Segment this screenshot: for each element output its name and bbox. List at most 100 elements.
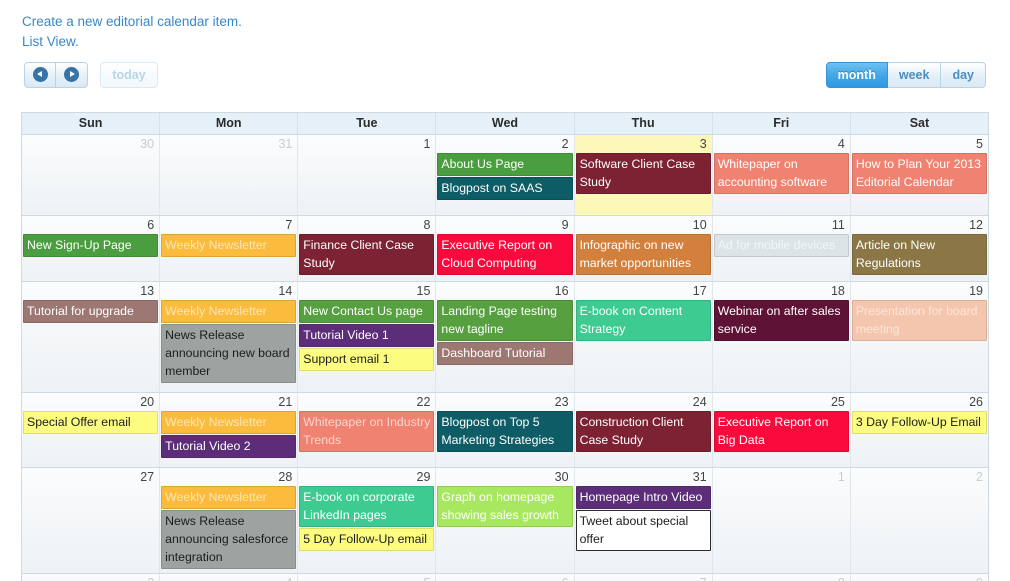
day-cell[interactable]: 16 Landing Page testing new tagline Dashbo… (436, 282, 575, 392)
day-cell[interactable]: 1 (298, 135, 437, 215)
day-cell[interactable]: 10 Infographic on new market opportunitie… (574, 216, 713, 281)
editorial-calendar-page: Create a new editorial calendar item. Li… (0, 0, 1010, 581)
calendar-event[interactable]: Executive Report on Cloud Computing (437, 234, 573, 275)
day-cell[interactable]: 30 (22, 135, 161, 215)
calendar-event[interactable]: Whitepaper on accounting software (713, 153, 849, 194)
calendar-event[interactable]: Infographic on new market opportunities (575, 234, 711, 275)
calendar-event[interactable]: Tutorial for upgrade (23, 300, 159, 323)
day-cell[interactable]: 27 (22, 468, 161, 573)
calendar-event[interactable]: How to Plan Your 2013 Editorial Calendar (851, 153, 987, 194)
day-cell[interactable]: 5 How to Plan Your 2013 Editorial Calenda… (850, 135, 988, 215)
day-number: 7 (575, 574, 712, 581)
calendar-event[interactable]: Weekly Newsletter (161, 234, 297, 257)
calendar-event[interactable]: Blogpost on Top 5 Marketing Strategies (437, 411, 573, 452)
create-item-link[interactable]: Create a new editorial calendar item. (22, 12, 242, 32)
calendar-event[interactable]: Tutorial Video 2 (161, 435, 297, 458)
day-cell[interactable]: 31 Homepage Intro Video Tweet about specia… (574, 468, 713, 573)
day-cell[interactable]: 13 Tutorial for upgrade (22, 282, 161, 392)
calendar-event[interactable]: 5 Day Follow-Up email (299, 528, 435, 551)
prev-month-button[interactable] (24, 62, 56, 88)
day-cell[interactable]: 1 (712, 468, 851, 573)
calendar-event[interactable]: Homepage Intro Video (575, 486, 711, 509)
day-cell[interactable]: 17 E-book on Content Strategy (574, 282, 713, 392)
calendar-event[interactable]: About Us Page (437, 153, 573, 176)
day-cell[interactable]: 29 E-book on corporate LinkedIn pages 5 Da… (298, 468, 437, 573)
day-cell[interactable]: 23 Blogpost on Top 5 Marketing Strategies (436, 393, 575, 467)
calendar-event[interactable]: E-book on Content Strategy (575, 300, 711, 341)
tab-month[interactable]: month (825, 62, 888, 88)
day-number: 4 (837, 137, 845, 151)
calendar-event[interactable]: Tweet about special offer (575, 510, 711, 551)
today-button[interactable]: today (100, 62, 158, 88)
calendar-event[interactable]: 3 Day Follow-Up Email (851, 411, 987, 434)
day-cell[interactable]: 6 (436, 574, 575, 581)
calendar-event[interactable]: Support email 1 (299, 348, 435, 371)
day-number: 3 (699, 137, 707, 151)
day-cell[interactable]: 9 Executive Report on Cloud Computing (436, 216, 575, 281)
day-cell[interactable]: 19 Presentation for board meeting (850, 282, 988, 392)
list-view-link[interactable]: List View. (22, 32, 242, 52)
day-cell[interactable]: 24 Construction Client Case Study (574, 393, 713, 467)
calendar-event[interactable]: Whitepaper on Industry Trends (299, 411, 435, 452)
day-cell[interactable]: 14 Weekly Newsletter News Release announci… (160, 282, 299, 392)
calendar-event[interactable]: Tutorial Video 1 (299, 324, 435, 347)
tab-day[interactable]: day (941, 62, 986, 88)
calendar-event[interactable]: Executive Report on Big Data (713, 411, 849, 452)
calendar-event[interactable]: Ad for mobile devices (713, 234, 849, 257)
day-cell[interactable]: 22 Whitepaper on Industry Trends (298, 393, 437, 467)
day-cell[interactable]: 7 (574, 574, 713, 581)
calendar-event[interactable]: Graph on homepage showing sales growth (437, 486, 573, 527)
calendar-event[interactable]: E-book on corporate LinkedIn pages (299, 486, 435, 527)
calendar-event[interactable]: Weekly Newsletter (161, 411, 297, 434)
calendar-event[interactable]: Software Client Case Study (575, 153, 711, 194)
calendar-event[interactable]: New Contact Us page (299, 300, 435, 323)
day-cell[interactable]: 21 Weekly Newsletter Tutorial Video 2 (160, 393, 299, 467)
calendar-event[interactable]: New Sign-Up Page (23, 234, 159, 257)
calendar-event[interactable]: Special Offer email (23, 411, 159, 434)
day-cell[interactable]: 2 About Us Page Blogpost on SAAS (436, 135, 575, 215)
day-cell[interactable]: 3 (22, 574, 161, 581)
day-number: 7 (285, 218, 293, 232)
calendar-event[interactable]: Article on New Regulations (851, 234, 987, 275)
calendar-toolbar: today January 2013 month week day (0, 58, 1010, 147)
day-cell[interactable]: 5 (298, 574, 437, 581)
tab-week[interactable]: week (887, 62, 942, 88)
day-cell[interactable]: 4 Whitepaper on accounting software (712, 135, 851, 215)
day-cell[interactable]: 15 New Contact Us page Tutorial Video 1 Sup… (298, 282, 437, 392)
day-cell[interactable]: 11 Ad for mobile devices (712, 216, 851, 281)
calendar-event[interactable]: News Release announcing salesforce integ… (161, 510, 297, 569)
day-cell[interactable]: 12 Article on New Regulations (850, 216, 988, 281)
calendar-event[interactable]: Blogpost on SAAS (437, 177, 573, 200)
weekday-header-tue: Tue (298, 113, 437, 134)
day-number: 31 (278, 137, 293, 151)
calendar-event[interactable]: Weekly Newsletter (161, 300, 297, 323)
day-cell[interactable]: 31 (160, 135, 299, 215)
day-cell[interactable]: 30 Graph on homepage showing sales growth (436, 468, 575, 573)
calendar-event[interactable]: Weekly Newsletter (161, 486, 297, 509)
day-cell[interactable]: 6 New Sign-Up Page (22, 216, 161, 281)
day-cell[interactable]: 26 3 Day Follow-Up Email (850, 393, 988, 467)
day-cell[interactable]: 3 Software Client Case Study (574, 135, 713, 215)
day-cell[interactable]: 2 (850, 468, 988, 573)
next-month-button[interactable] (56, 62, 88, 88)
day-number: 17 (692, 284, 707, 298)
calendar-event[interactable]: Webinar on after sales service (713, 300, 849, 341)
day-cell[interactable]: 20 Special Offer email (22, 393, 161, 467)
calendar-event[interactable]: Landing Page testing new tagline (437, 300, 573, 341)
day-cell[interactable]: 9 (850, 574, 988, 581)
calendar-event[interactable]: News Release announcing new board member (161, 324, 297, 383)
weekday-header-sat: Sat (909, 116, 930, 130)
day-number: 29 (416, 470, 431, 484)
calendar-event[interactable]: Presentation for board meeting (851, 300, 987, 341)
day-number: 30 (554, 470, 569, 484)
day-cell[interactable]: 18 Webinar on after sales service (712, 282, 851, 392)
calendar-event[interactable]: Dashboard Tutorial (437, 342, 573, 365)
day-cell[interactable]: 7 Weekly Newsletter (160, 216, 299, 281)
day-cell[interactable]: 8 (712, 574, 851, 581)
day-cell[interactable]: 4 (160, 574, 299, 581)
day-cell[interactable]: 8 Finance Client Case Study (298, 216, 437, 281)
day-cell[interactable]: 25 Executive Report on Big Data (712, 393, 851, 467)
calendar-event[interactable]: Finance Client Case Study (299, 234, 435, 275)
day-cell[interactable]: 28 Weekly Newsletter News Release announci… (160, 468, 299, 573)
calendar-event[interactable]: Construction Client Case Study (575, 411, 711, 452)
